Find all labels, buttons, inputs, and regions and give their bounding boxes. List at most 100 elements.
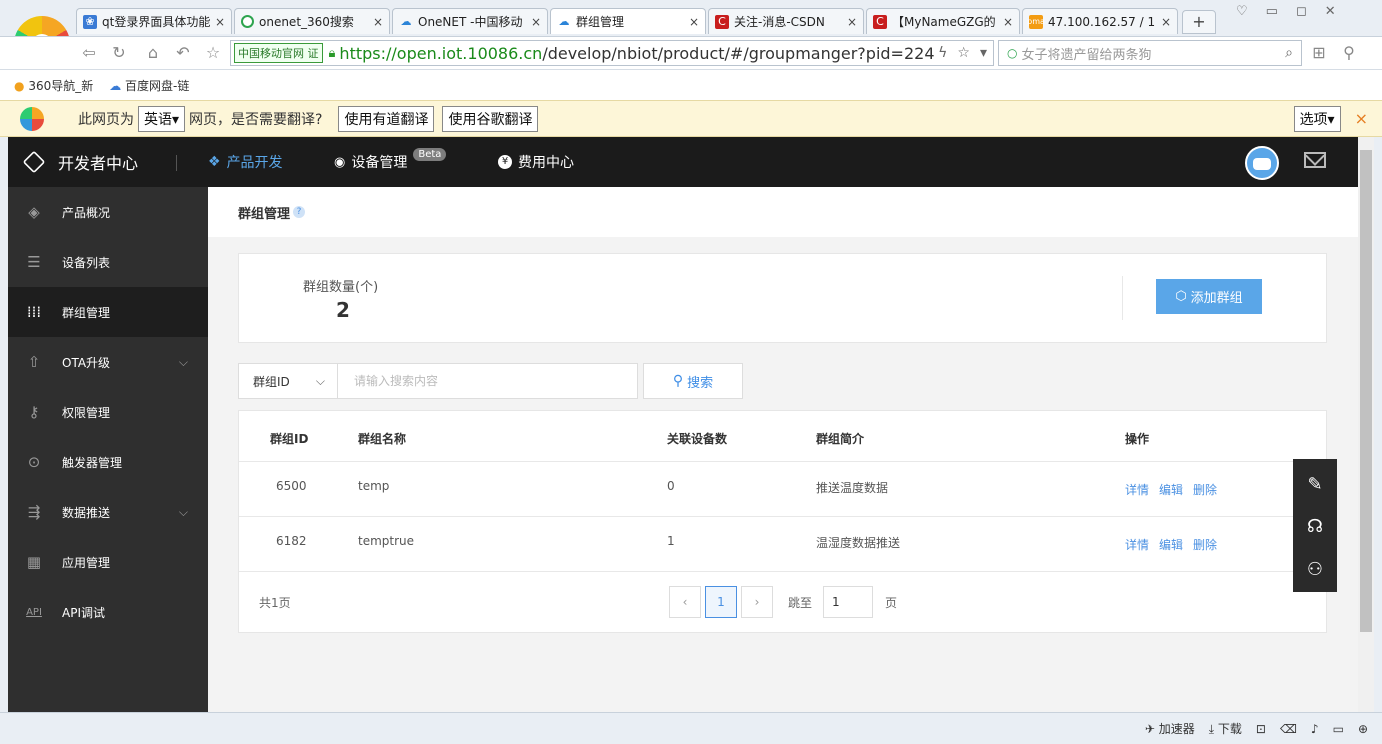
mail-icon[interactable] [1304,146,1326,168]
sidebar-item-api[interactable]: API API调试 [8,587,208,637]
avatar[interactable] [1245,146,1279,180]
sidebar-item-apps[interactable]: ▦ 应用管理 [8,537,208,587]
sidebar-item-overview[interactable]: ◈ 产品概况 [8,187,208,237]
window-border [1374,137,1382,712]
brand-title: 开发者中心 [58,154,139,173]
nav-device-mgmt[interactable]: ◉ 设备管理 Beta [334,137,447,187]
edit-link[interactable]: 编辑 [1159,536,1183,553]
search-button[interactable]: ⚲ 搜索 [643,363,743,399]
feedback-pen-icon[interactable]: ✎ [1293,463,1337,507]
skin-icon[interactable]: ♡ [1236,4,1248,24]
language-select[interactable]: 英语▾ [138,105,186,132]
browser-tab[interactable]: C 【MyNameGZG的 × [866,8,1020,34]
delete-link[interactable]: 删除 [1193,481,1217,498]
lightning-icon[interactable]: ϟ [938,45,947,61]
cell-group-id: 6182 [276,534,307,548]
home-icon[interactable]: ⌂ [142,42,164,64]
jump-page-input[interactable]: 1 [823,586,873,618]
tab-close-icon[interactable]: × [1161,15,1171,29]
tab-close-icon[interactable]: × [689,15,699,29]
bookmark-star-icon[interactable]: ☆ [957,45,970,61]
tab-close-icon[interactable]: × [531,15,541,29]
refresh-icon[interactable]: ↻ [108,42,130,64]
cell-group-desc: 推送温度数据 [816,481,889,495]
browser-tab[interactable]: ❀ qt登录界面具体功能 × [76,8,232,34]
url-path: /develop/nbiot/product/#/groupmanger?pid… [542,43,935,63]
accelerator-item[interactable]: ✈ 加速器 [1145,720,1195,737]
list-icon: ☰ [27,253,41,271]
tab-close-icon[interactable]: × [847,15,857,29]
nav-label: 设备管理 [351,155,408,171]
url-bar[interactable]: 中国移动官网 证 🔒︎ https://open.iot.10086.cn/de… [230,40,994,66]
search-input[interactable] [338,363,638,399]
tab-close-icon[interactable]: × [215,15,225,29]
tab-close-icon[interactable]: × [373,15,383,29]
new-tab-button[interactable]: + [1182,10,1216,34]
extensions-icon[interactable]: ⊞ [1308,42,1330,64]
table-row: 6182 temptrue 1 温湿度数据推送 详情 编辑 删除 [239,517,1326,571]
nav-product-dev[interactable]: ❖ 产品开发 [208,137,283,187]
browser-tab[interactable]: onenet_360搜索 × [234,8,390,34]
dropdown-icon[interactable]: ▾ [980,45,987,61]
tab-title: 群组管理 [576,15,625,29]
screenshot-icon[interactable]: ⊡ [1256,722,1266,736]
nav-billing[interactable]: ¥ 费用中心 [498,137,574,187]
maximize-icon[interactable]: ◻ [1296,4,1307,24]
sidebar-item-groups[interactable]: ⁞⁞⁞ 群组管理 [8,287,208,337]
sidebar-item-triggers[interactable]: ⊙ 触发器管理 [8,437,208,487]
edit-link[interactable]: 编辑 [1159,481,1183,498]
translate-close-icon[interactable]: × [1355,109,1368,128]
help-icon[interactable]: ? [293,206,306,218]
minimize-icon[interactable]: ▭ [1266,4,1278,24]
cell-group-name: temp [358,479,390,493]
add-user-icon[interactable]: ⚇ [1293,548,1337,592]
youdao-translate-button[interactable]: 使用有道翻译 [338,105,435,132]
brand-logo-icon [22,150,46,174]
bookmark-item[interactable]: ● 360导航_新 [14,77,93,94]
download-item[interactable]: ⤓ 下载 [1209,720,1242,737]
search-icon[interactable]: ⌕ [1285,45,1293,61]
current-page-button[interactable]: 1 [705,586,737,618]
sound-icon[interactable]: ♪ [1311,722,1319,736]
sidebar-item-data-push[interactable]: ⇶ 数据推送 ⌵ [8,487,208,537]
close-window-icon[interactable]: ✕ [1325,4,1336,24]
translate-question: 网页，是否需要翻译? [189,111,323,128]
sidebar-item-devices[interactable]: ☰ 设备列表 [8,237,208,287]
next-page-button[interactable]: › [741,586,773,618]
baidu-pan-icon: ☁ [109,78,122,93]
headset-icon[interactable]: ☊ [1293,505,1337,549]
browser-tab[interactable]: ☁ OneNET -中国移动 × [392,8,548,34]
prev-page-button[interactable]: ‹ [669,586,701,618]
yen-icon: ¥ [498,155,512,169]
tab-close-icon[interactable]: × [1003,15,1013,29]
scrollbar-thumb[interactable] [1360,150,1372,632]
window-icon[interactable]: ▭ [1333,722,1344,736]
sidebar-item-ota[interactable]: ⇧ OTA升级 ⌵ [8,337,208,387]
tools-icon[interactable]: ⚲ [1338,42,1360,64]
url-text[interactable]: https://open.iot.10086.cn/develop/nbiot/… [339,44,938,63]
cert-badge[interactable]: 中国移动官网 证 [234,43,323,63]
undo-close-icon[interactable]: ↶ [172,42,194,64]
browser-tab-active[interactable]: ☁ 群组管理 × [550,8,706,34]
trash-icon[interactable]: ⌫ [1280,722,1297,736]
translate-options-button[interactable]: 选项▾ [1293,105,1341,132]
detail-link[interactable]: 详情 [1125,481,1149,498]
sidebar-item-label: 权限管理 [62,405,111,420]
google-translate-button[interactable]: 使用谷歌翻译 [442,105,539,132]
browser-search-box[interactable]: ○ 女子将遗产留给两条狗 ⌕ [998,40,1302,66]
browser-status-bar: ✈ 加速器 ⤓ 下载 ⊡ ⌫ ♪ ▭ ⊕ [0,712,1382,744]
zoom-icon[interactable]: ⊕ [1358,722,1368,736]
bookmark-item[interactable]: ☁ 百度网盘-链 [109,77,189,94]
browser-tab[interactable]: C 关注-消息-CSDN × [708,8,864,34]
back-icon[interactable]: ⇦ [78,42,100,64]
filter-select[interactable]: 群组ID ⌵ [238,363,338,399]
add-group-button[interactable]: ⬡ 添加群组 [1156,279,1262,314]
delete-link[interactable]: 删除 [1193,536,1217,553]
browser-tab[interactable]: pma 47.100.162.57 / 12 × [1022,8,1178,34]
favorite-star-icon[interactable]: ☆ [202,42,224,64]
sidebar-item-permissions[interactable]: ⚷ 权限管理 [8,387,208,437]
detail-link[interactable]: 详情 [1125,536,1149,553]
nav-label: 产品开发 [226,155,283,171]
sidebar-item-label: 应用管理 [62,555,111,570]
brand[interactable]: 开发者中心 [22,137,139,187]
